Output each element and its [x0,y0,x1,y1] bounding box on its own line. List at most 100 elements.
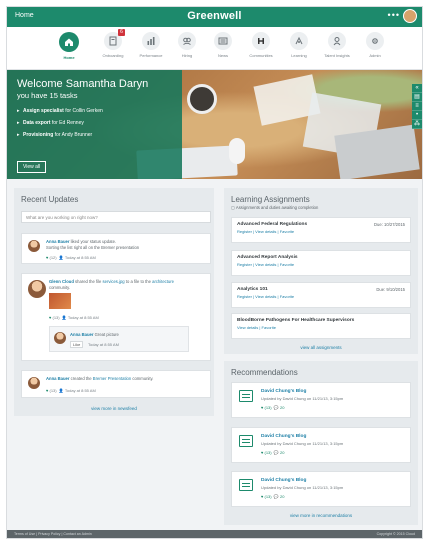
nav-item-communities[interactable]: Communities [244,32,278,58]
recommendation-item: David Chung's Blog Updated by David Chun… [231,471,411,507]
like-button[interactable]: Like [70,341,84,348]
heart-icon[interactable]: ♥ [261,494,263,499]
assignment-links[interactable]: Register | View details | Favorite [237,294,294,299]
nav-label: Home [63,55,75,60]
chat-icon[interactable]: ▤ [412,93,422,102]
list-icon[interactable]: ≡ [412,102,422,111]
assignment-title[interactable]: Advanced Federal Regulations [237,222,307,227]
recommendation-title[interactable]: David Chung's Blog [261,478,306,483]
recommendation-meta: ♥ (13) 💬 20 [261,494,285,499]
avatar[interactable] [28,377,40,389]
nav-item-onboarding[interactable]: 6 Onboarding [96,29,130,58]
user-avatar[interactable] [403,9,417,23]
panel-title: Recent Updates [21,195,79,204]
task-item[interactable]: Data export for Ed Renney [17,120,182,126]
status-input[interactable]: What are you working on right now? [21,211,211,223]
feed-post: Glenn Cloud shared the file services.jpg… [21,273,211,361]
nav-item-news[interactable]: News [206,32,240,58]
footer-links[interactable]: Terms of Use | Privacy Policy | Contact … [14,532,92,536]
nav-label: Communities [249,53,273,58]
nav-item-hiring[interactable]: Hiring [170,32,204,58]
notification-badge: 6 [118,29,125,36]
view-all-assignments-link[interactable]: view all assignments [224,345,418,350]
panel-subtitle: ▢ Assignments and duties awaiting comple… [231,205,319,210]
onboarding-icon [109,36,117,46]
recommendation-title[interactable]: David Chung's Blog [261,389,306,394]
app-frame: Home Greenwell ••• Home 6 Onboarding Per… [6,6,423,539]
post-subtext: Sorting the list right all on the Bremer… [46,245,140,250]
post-text: Glenn Cloud shared the file services.jpg… [49,279,174,284]
nav-item-admin[interactable]: Admin [358,32,392,58]
nav-label: Performance [139,53,163,58]
recommendation-subtitle: Updated by David Chung on 11/21/13, 3:15… [261,485,344,490]
assignment-links[interactable]: Register | View details | Favorite [237,229,294,234]
avatar[interactable] [28,280,46,298]
nav-label: Hiring [181,53,193,58]
heart-icon[interactable]: ♥ [49,315,51,320]
view-more-newsfeed-link[interactable]: view more in newsfeed [14,406,214,411]
avatar[interactable] [28,240,40,252]
assignment-due: Due: 9/10/2015 [376,287,405,292]
nav-label: Admin [369,53,381,58]
admin-icon [372,38,378,44]
more-menu-icon[interactable]: ••• [388,10,400,20]
feed-post: Anna Bauer liked your status update. Sor… [21,233,211,264]
hero-banner: Welcome Samantha Daryn you have 15 tasks… [7,70,422,179]
nav-item-talent-insights[interactable]: Talent Insights [320,32,354,58]
nav-item-learning[interactable]: Learning [282,32,316,58]
reply-comment: Anna Bauer Great picture Like Today at 8… [49,326,189,352]
pin-icon[interactable]: • [412,111,422,120]
post-meta: ♥ (13) 👤 Today at 8:55 AM [46,388,96,393]
view-all-tasks-button[interactable]: View all [17,161,47,173]
recent-updates-panel: Recent Updates What are you working on r… [14,188,214,416]
view-more-recommendations-link[interactable]: view more in recommendations [224,513,418,518]
assignment-links[interactable]: View details | Favorite [237,325,276,330]
learning-assignments-panel: Learning Assignments ▢ Assignments and d… [224,188,418,354]
task-item[interactable]: Provisioning for Andy Brunner [17,132,182,138]
person-icon: 👤 [58,388,64,393]
learning-icon [295,36,303,45]
post-meta: ♥ (12) 👤 Today at 8:55 AM [46,255,96,260]
person-icon: 👤 [61,315,67,320]
heart-icon[interactable]: ♥ [261,405,263,410]
assignment-title[interactable]: Analytics 101 [237,287,268,292]
heart-icon[interactable]: ♥ [261,450,263,455]
shared-image-thumbnail[interactable] [49,293,71,309]
task-item[interactable]: Assign specialist for Collin Gerken [17,108,182,114]
news-icon [218,37,228,45]
post-text: Anna Bauer liked your status update. [46,239,117,244]
communities-icon [258,38,264,44]
side-toolbar: « ▤ ≡ • ⁂ [412,84,422,129]
nav-item-home[interactable]: Home [52,32,86,60]
assignment-links[interactable]: Register | View details | Favorite [237,262,294,267]
main-nav: Home 6 Onboarding Performance Hiring New… [7,27,422,70]
comment-icon[interactable]: 💬 [274,450,279,455]
panel-title: Learning Assignments [231,195,310,204]
assignment-title[interactable]: Advanced Report Analysis [237,255,298,260]
collapse-icon[interactable]: « [412,84,422,93]
comment-icon[interactable]: 💬 [274,494,279,499]
comment-icon[interactable]: 💬 [274,405,279,410]
home-icon [65,38,73,46]
page-footer: Terms of Use | Privacy Policy | Contact … [7,530,422,538]
feed-post: Anna Bauer created the Bremer Presentati… [21,370,211,398]
recommendation-meta: ♥ (13) 💬 20 [261,405,285,410]
hero-photo-detail [229,138,245,164]
hiring-icon [183,37,191,45]
nav-item-performance[interactable]: Performance [134,32,168,58]
recommendation-title[interactable]: David Chung's Blog [261,434,306,439]
performance-icon [147,37,155,45]
share-icon[interactable]: ⁂ [412,120,422,129]
person-icon: 👤 [58,255,64,260]
blog-icon [239,435,253,447]
recommendation-item: David Chung's Blog Updated by David Chun… [231,382,411,418]
heart-icon[interactable]: ♥ [46,255,48,260]
assignment-item: BloodBorne Pathogens For Healthcare Supe… [231,313,411,339]
heart-icon[interactable]: ♥ [46,388,48,393]
recommendation-subtitle: Updated by David Chung on 11/21/13, 3:15… [261,441,344,446]
assignment-item: Advanced Report Analysis Register | View… [231,250,411,276]
assignment-title[interactable]: BloodBorne Pathogens For Healthcare Supe… [237,318,354,323]
recommendation-subtitle: Updated by David Chung on 11/21/13, 3:15… [261,396,344,401]
assignment-item: Advanced Federal Regulations Due: 10/27/… [231,217,411,243]
avatar[interactable] [54,332,66,344]
